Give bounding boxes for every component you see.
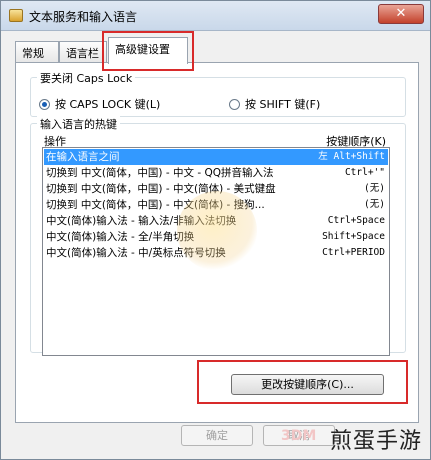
hotkey-action: 在输入语言之间 xyxy=(46,151,120,163)
app-icon xyxy=(9,9,23,22)
hotkey-keys: Ctrl+'" xyxy=(344,167,385,178)
hotkey-keys: Ctrl+PERIOD xyxy=(322,247,385,258)
radio-caps-lock-dot[interactable] xyxy=(39,98,50,110)
hotkeys-row[interactable]: 中文(简体)输入法 - 输入法/非输入法切换 Ctrl+Space xyxy=(44,213,388,229)
hotkeys-group-title: 输入语言的热键 xyxy=(37,116,120,132)
hotkey-action: 中文(简体)输入法 - 中/英标点符号切换 xyxy=(46,247,226,259)
hotkey-action: 切换到 中文(简体，中国) - 中文 - QQ拼音输入法 xyxy=(46,167,274,179)
radio-shift-dot[interactable] xyxy=(229,98,240,110)
window-title: 文本服务和输入语言 xyxy=(29,10,138,24)
hotkey-action: 中文(简体)输入法 - 全/半角切换 xyxy=(46,231,195,243)
tab-strip: 常规 语言栏 高级键设置 xyxy=(15,37,419,64)
hotkeys-row[interactable]: 在输入语言之间 左 Alt+Shift xyxy=(44,149,388,165)
hotkeys-row[interactable]: 中文(简体)输入法 - 中/英标点符号切换 Ctrl+PERIOD xyxy=(44,245,388,261)
hotkey-action: 中文(简体)输入法 - 输入法/非输入法切换 xyxy=(46,215,237,227)
title-bar: 文本服务和输入语言 ✕ xyxy=(1,1,430,31)
hotkey-action: 切换到 中文(简体，中国) - 中文(简体) - 搜狗... xyxy=(46,199,265,211)
tab-language-bar[interactable]: 语言栏 xyxy=(59,41,107,63)
hotkeys-row[interactable]: 切换到 中文(简体，中国) - 中文(简体) - 搜狗... (无) xyxy=(44,197,388,213)
radio-shift[interactable]: 按 SHIFT 键(F) xyxy=(229,96,320,112)
hotkeys-list[interactable]: 在输入语言之间 左 Alt+Shift 切换到 中文(简体，中国) - 中文 -… xyxy=(42,147,390,356)
hotkeys-row[interactable]: 切换到 中文(简体，中国) - 中文(简体) - 美式键盘 (无) xyxy=(44,181,388,197)
watermark-faded-text: 3DM xyxy=(281,428,317,444)
caps-lock-group-title: 要关闭 Caps Lock xyxy=(37,70,136,86)
radio-caps-lock-label: 按 CAPS LOCK 键(L) xyxy=(55,98,161,111)
hotkey-keys: Shift+Space xyxy=(322,231,385,242)
tab-general[interactable]: 常规 xyxy=(15,41,59,63)
radio-shift-label: 按 SHIFT 键(F) xyxy=(245,98,321,111)
watermark-text: 煎蛋手游 xyxy=(329,429,422,454)
hotkeys-header: 操作 按键顺序(K) xyxy=(30,133,386,148)
ok-button[interactable]: 确定 xyxy=(181,425,253,446)
hotkey-action: 切换到 中文(简体，中国) - 中文(简体) - 美式键盘 xyxy=(46,183,276,195)
hotkeys-row[interactable]: 切换到 中文(简体，中国) - 中文 - QQ拼音输入法 Ctrl+'" xyxy=(44,165,388,181)
tab-highlight-box xyxy=(102,31,194,71)
hotkey-keys: Ctrl+Space xyxy=(327,215,385,226)
close-button[interactable]: ✕ xyxy=(378,4,424,24)
dialog-window: 文本服务和输入语言 ✕ 常规 语言栏 高级键设置 要关闭 Caps Lock 按… xyxy=(0,0,431,460)
hotkey-keys: (无) xyxy=(364,199,385,210)
hotkey-keys: (无) xyxy=(364,183,385,194)
caps-lock-group: 要关闭 Caps Lock 按 CAPS LOCK 键(L) 按 SHIFT 键… xyxy=(30,70,406,117)
button-highlight-box xyxy=(197,360,408,404)
radio-caps-lock[interactable]: 按 CAPS LOCK 键(L) xyxy=(39,96,160,112)
hotkey-keys: 左 Alt+Shift xyxy=(318,151,385,162)
hotkeys-row[interactable]: 中文(简体)输入法 - 全/半角切换 Shift+Space xyxy=(44,229,388,245)
